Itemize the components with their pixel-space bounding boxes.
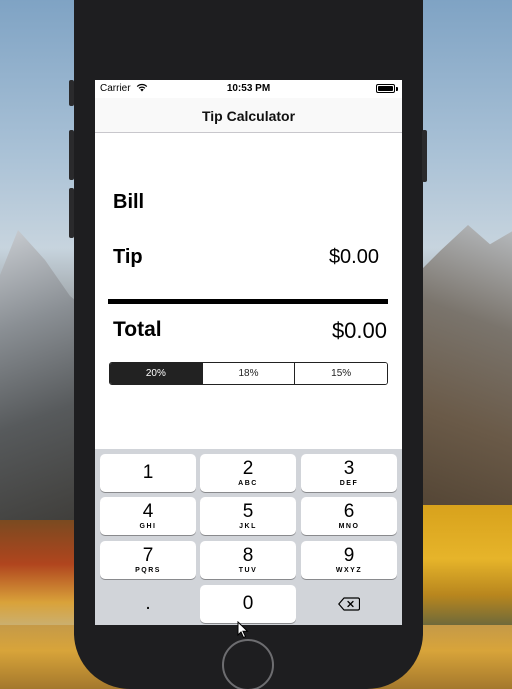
key-9[interactable]: 9 WXYZ [301, 541, 397, 579]
key-0[interactable]: 0 [200, 585, 296, 623]
tip-label: Tip [113, 246, 143, 268]
total-divider [108, 299, 388, 304]
key-7[interactable]: 7 PQRS [100, 541, 196, 579]
key-1[interactable]: 1 [100, 454, 196, 492]
key-5[interactable]: 5 JKL [200, 497, 296, 535]
bill-input[interactable] [235, 184, 385, 214]
tip-segment-18[interactable]: 18% [202, 363, 296, 384]
tip-percentage-control: 20% 18% 15% [109, 362, 388, 385]
key-decimal[interactable]: . [100, 585, 196, 623]
battery-icon [376, 84, 395, 93]
mute-switch [69, 80, 74, 106]
status-bar: Carrier 10:53 PM [95, 80, 402, 98]
volume-up-button [69, 130, 74, 180]
key-6[interactable]: 6 MNO [301, 497, 397, 535]
mouse-cursor-icon [237, 621, 249, 639]
power-button [422, 130, 427, 182]
tip-segment-15[interactable]: 15% [295, 363, 387, 384]
tip-segment-20[interactable]: 20% [110, 363, 203, 384]
status-time: 10:53 PM [226, 83, 271, 94]
nav-title: Tip Calculator [201, 108, 296, 124]
navigation-bar: Tip Calculator [95, 98, 402, 133]
backspace-icon [338, 597, 360, 611]
key-3[interactable]: 3 DEF [301, 454, 397, 492]
total-amount: $0.00 [331, 318, 387, 343]
phone-screen: Carrier 10:53 PM Tip Calculator Bill Tip… [95, 80, 402, 625]
key-4[interactable]: 4 GHI [100, 497, 196, 535]
bill-label: Bill [113, 191, 145, 213]
key-2[interactable]: 2 ABC [200, 454, 296, 492]
battery-tip [396, 87, 398, 91]
key-backspace[interactable] [301, 585, 397, 623]
total-label: Total [113, 318, 162, 341]
volume-down-button [69, 188, 74, 238]
tip-amount: $0.00 [328, 246, 379, 268]
home-button[interactable] [222, 639, 274, 689]
numeric-keyboard: 1 2 ABC 3 DEF 4 GHI 5 JKL 6 MNO 7 PQRS 8… [95, 449, 402, 625]
key-8[interactable]: 8 TUV [200, 541, 296, 579]
